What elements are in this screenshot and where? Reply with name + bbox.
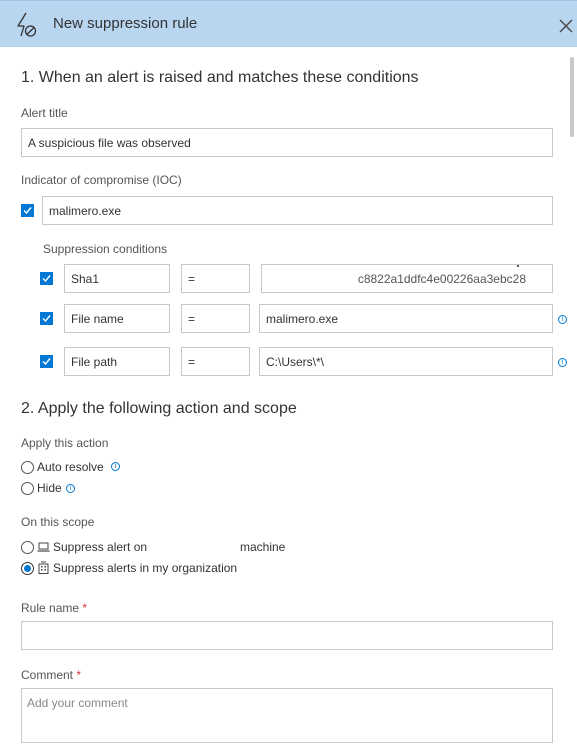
condition-field[interactable]: File name (64, 304, 170, 333)
comment-field[interactable]: Add your comment (21, 688, 553, 743)
panel-header: New suppression rule (0, 0, 577, 47)
auto-resolve-radio[interactable] (21, 461, 34, 474)
scope-machine-radio[interactable] (21, 541, 34, 554)
checkmark-icon (42, 358, 51, 366)
close-icon[interactable] (558, 18, 574, 34)
scrollbar-thumb[interactable] (570, 57, 574, 137)
condition-operator[interactable]: = (181, 304, 250, 333)
scope-machine-prefix[interactable]: Suppress alert on (53, 540, 147, 554)
laptop-icon (37, 542, 50, 552)
condition-sha1-checkbox[interactable] (40, 272, 53, 285)
alert-title-field[interactable]: A suspicious file was observed (21, 128, 553, 157)
rule-name-label: Rule name * (21, 601, 87, 615)
rule-name-label-text: Rule name (21, 601, 80, 615)
condition-filepath-checkbox[interactable] (40, 355, 53, 368)
panel-title: New suppression rule (53, 15, 198, 32)
comment-label: Comment * (21, 668, 81, 682)
required-marker: * (76, 668, 82, 682)
action-label: Apply this action (21, 436, 109, 450)
scope-machine-suffix[interactable]: machine (240, 540, 285, 554)
condition-operator[interactable]: = (181, 347, 250, 376)
building-icon (38, 561, 49, 574)
hide-radio[interactable] (21, 482, 34, 495)
suppression-conditions-label: Suppression conditions (43, 242, 168, 256)
condition-value[interactable]: c8822a1ddfc4e00226aa3ebc28 (261, 264, 553, 293)
condition-filename-checkbox[interactable] (40, 312, 53, 325)
ioc-label: Indicator of compromise (IOC) (21, 173, 182, 187)
stray-dot (517, 265, 519, 267)
scrollbar[interactable] (569, 55, 575, 750)
auto-resolve-label[interactable]: Auto resolve (37, 460, 104, 474)
checkmark-icon (42, 275, 51, 283)
comment-label-text: Comment (21, 668, 74, 682)
info-icon[interactable] (558, 358, 567, 367)
hide-label[interactable]: Hide (37, 481, 62, 495)
suppress-lightning-icon (17, 12, 37, 37)
condition-operator[interactable]: = (181, 264, 250, 293)
condition-value[interactable]: malimero.exe (259, 304, 553, 333)
info-icon[interactable] (558, 315, 567, 324)
section-action-heading: 2. Apply the following action and scope (21, 400, 297, 417)
required-marker: * (82, 601, 88, 615)
info-icon[interactable] (111, 462, 120, 471)
condition-field[interactable]: Sha1 (64, 264, 170, 293)
rule-name-field[interactable] (21, 621, 553, 650)
ioc-checkbox[interactable] (21, 204, 34, 217)
condition-value[interactable]: C:\Users\*\ (259, 347, 553, 376)
ioc-field[interactable]: malimero.exe (42, 196, 553, 225)
section-conditions-heading: 1. When an alert is raised and matches t… (21, 69, 419, 86)
scope-organization-radio[interactable] (21, 562, 34, 575)
scope-organization-label[interactable]: Suppress alerts in my organization (53, 561, 237, 575)
condition-field[interactable]: File path (64, 347, 170, 376)
scope-label: On this scope (21, 515, 95, 529)
checkmark-icon (42, 315, 51, 323)
info-icon[interactable] (66, 484, 75, 493)
alert-title-label: Alert title (21, 106, 68, 120)
checkmark-icon (23, 207, 32, 215)
